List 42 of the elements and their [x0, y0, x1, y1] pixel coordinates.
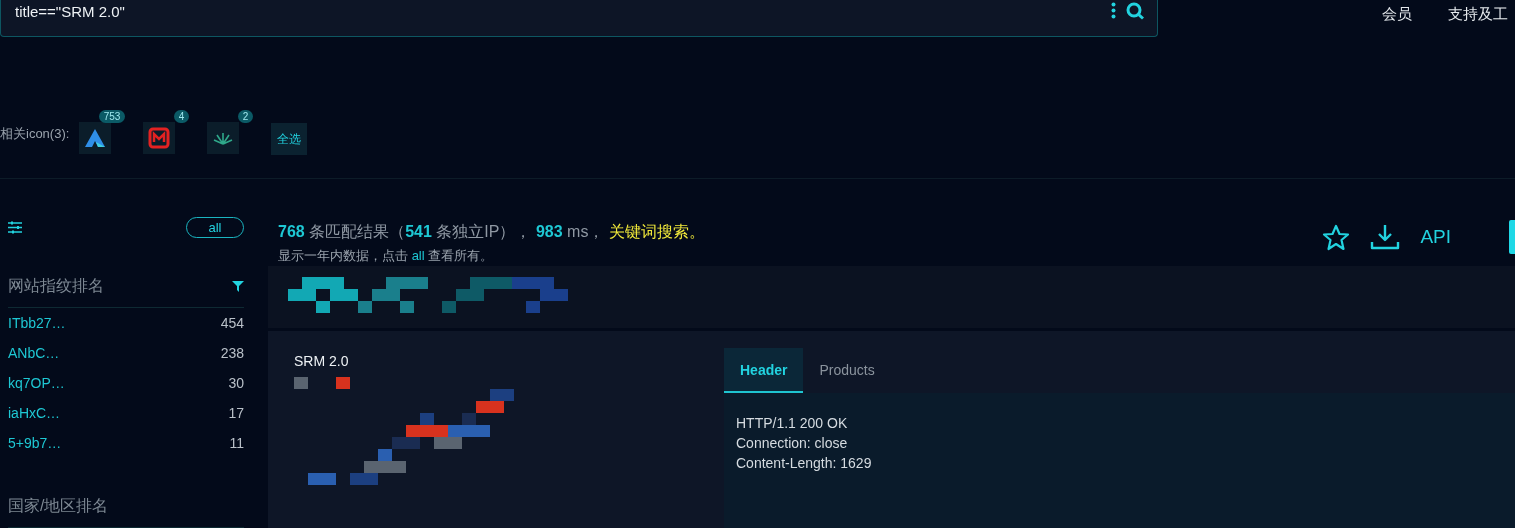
fingerprint-link[interactable]: 5+9b7…: [8, 435, 62, 451]
count-badge: 753: [98, 110, 126, 124]
triangle-logo-icon: [84, 128, 107, 149]
results-note: 显示一年内数据，点击 all 查看所有。: [278, 247, 495, 265]
search-input[interactable]: title=="SRM 2.0": [15, 2, 1101, 20]
more-icon[interactable]: [1111, 2, 1116, 19]
sliders-icon[interactable]: [8, 221, 22, 234]
count-badge: 2: [237, 110, 254, 124]
tab[interactable]: Products: [803, 348, 891, 393]
header-line: Content-Length: 1629: [736, 454, 873, 473]
header-line: HTTP/1.1 200 OK: [736, 414, 849, 433]
nav-link[interactable]: 支持及工: [1448, 5, 1508, 24]
plant-icon: [213, 131, 234, 146]
fingerprint-link[interactable]: iaHxC…: [8, 405, 61, 421]
fingerprint-link[interactable]: kq7OP…: [8, 375, 65, 391]
related-icons-label: 相关icon(3):: [0, 125, 70, 144]
tab[interactable]: Header: [724, 348, 804, 393]
search-field[interactable]: title=="SRM 2.0": [0, 0, 1158, 37]
section-title: 国家/地区排名: [8, 496, 109, 516]
square-logo-icon: [148, 127, 171, 150]
fingerprint-link[interactable]: ANbC…: [8, 345, 60, 361]
results-summary: 768 条匹配结果（541 条独立IP）， 983 ms， 关键词搜索。: [278, 222, 705, 242]
icon-filter-tile[interactable]: [143, 122, 176, 155]
fingerprint-count: 17: [228, 405, 244, 421]
fingerprint-count: 30: [228, 375, 244, 391]
result-title: SRM 2.0: [294, 353, 350, 369]
download-icon[interactable]: [1370, 223, 1401, 251]
icon-filter-tile[interactable]: [207, 122, 240, 155]
fingerprint-count: 238: [220, 345, 244, 361]
section-title: 网站指纹排名: [8, 276, 104, 296]
fingerprint-count: 11: [229, 435, 244, 451]
select-all-button[interactable]: 全选: [271, 123, 308, 156]
api-link[interactable]: API: [1420, 226, 1451, 248]
header-line: Connection: close: [736, 434, 849, 453]
icon-filter-tile[interactable]: [79, 122, 112, 155]
count-badge: 4: [173, 110, 190, 124]
filter-icon[interactable]: [232, 281, 244, 292]
nav-link[interactable]: 会员: [1382, 5, 1412, 24]
fingerprint-link[interactable]: ITbb27…: [8, 315, 66, 331]
search-icon[interactable]: [1126, 2, 1145, 20]
star-icon[interactable]: [1322, 223, 1351, 251]
fingerprint-count: 454: [220, 315, 244, 331]
